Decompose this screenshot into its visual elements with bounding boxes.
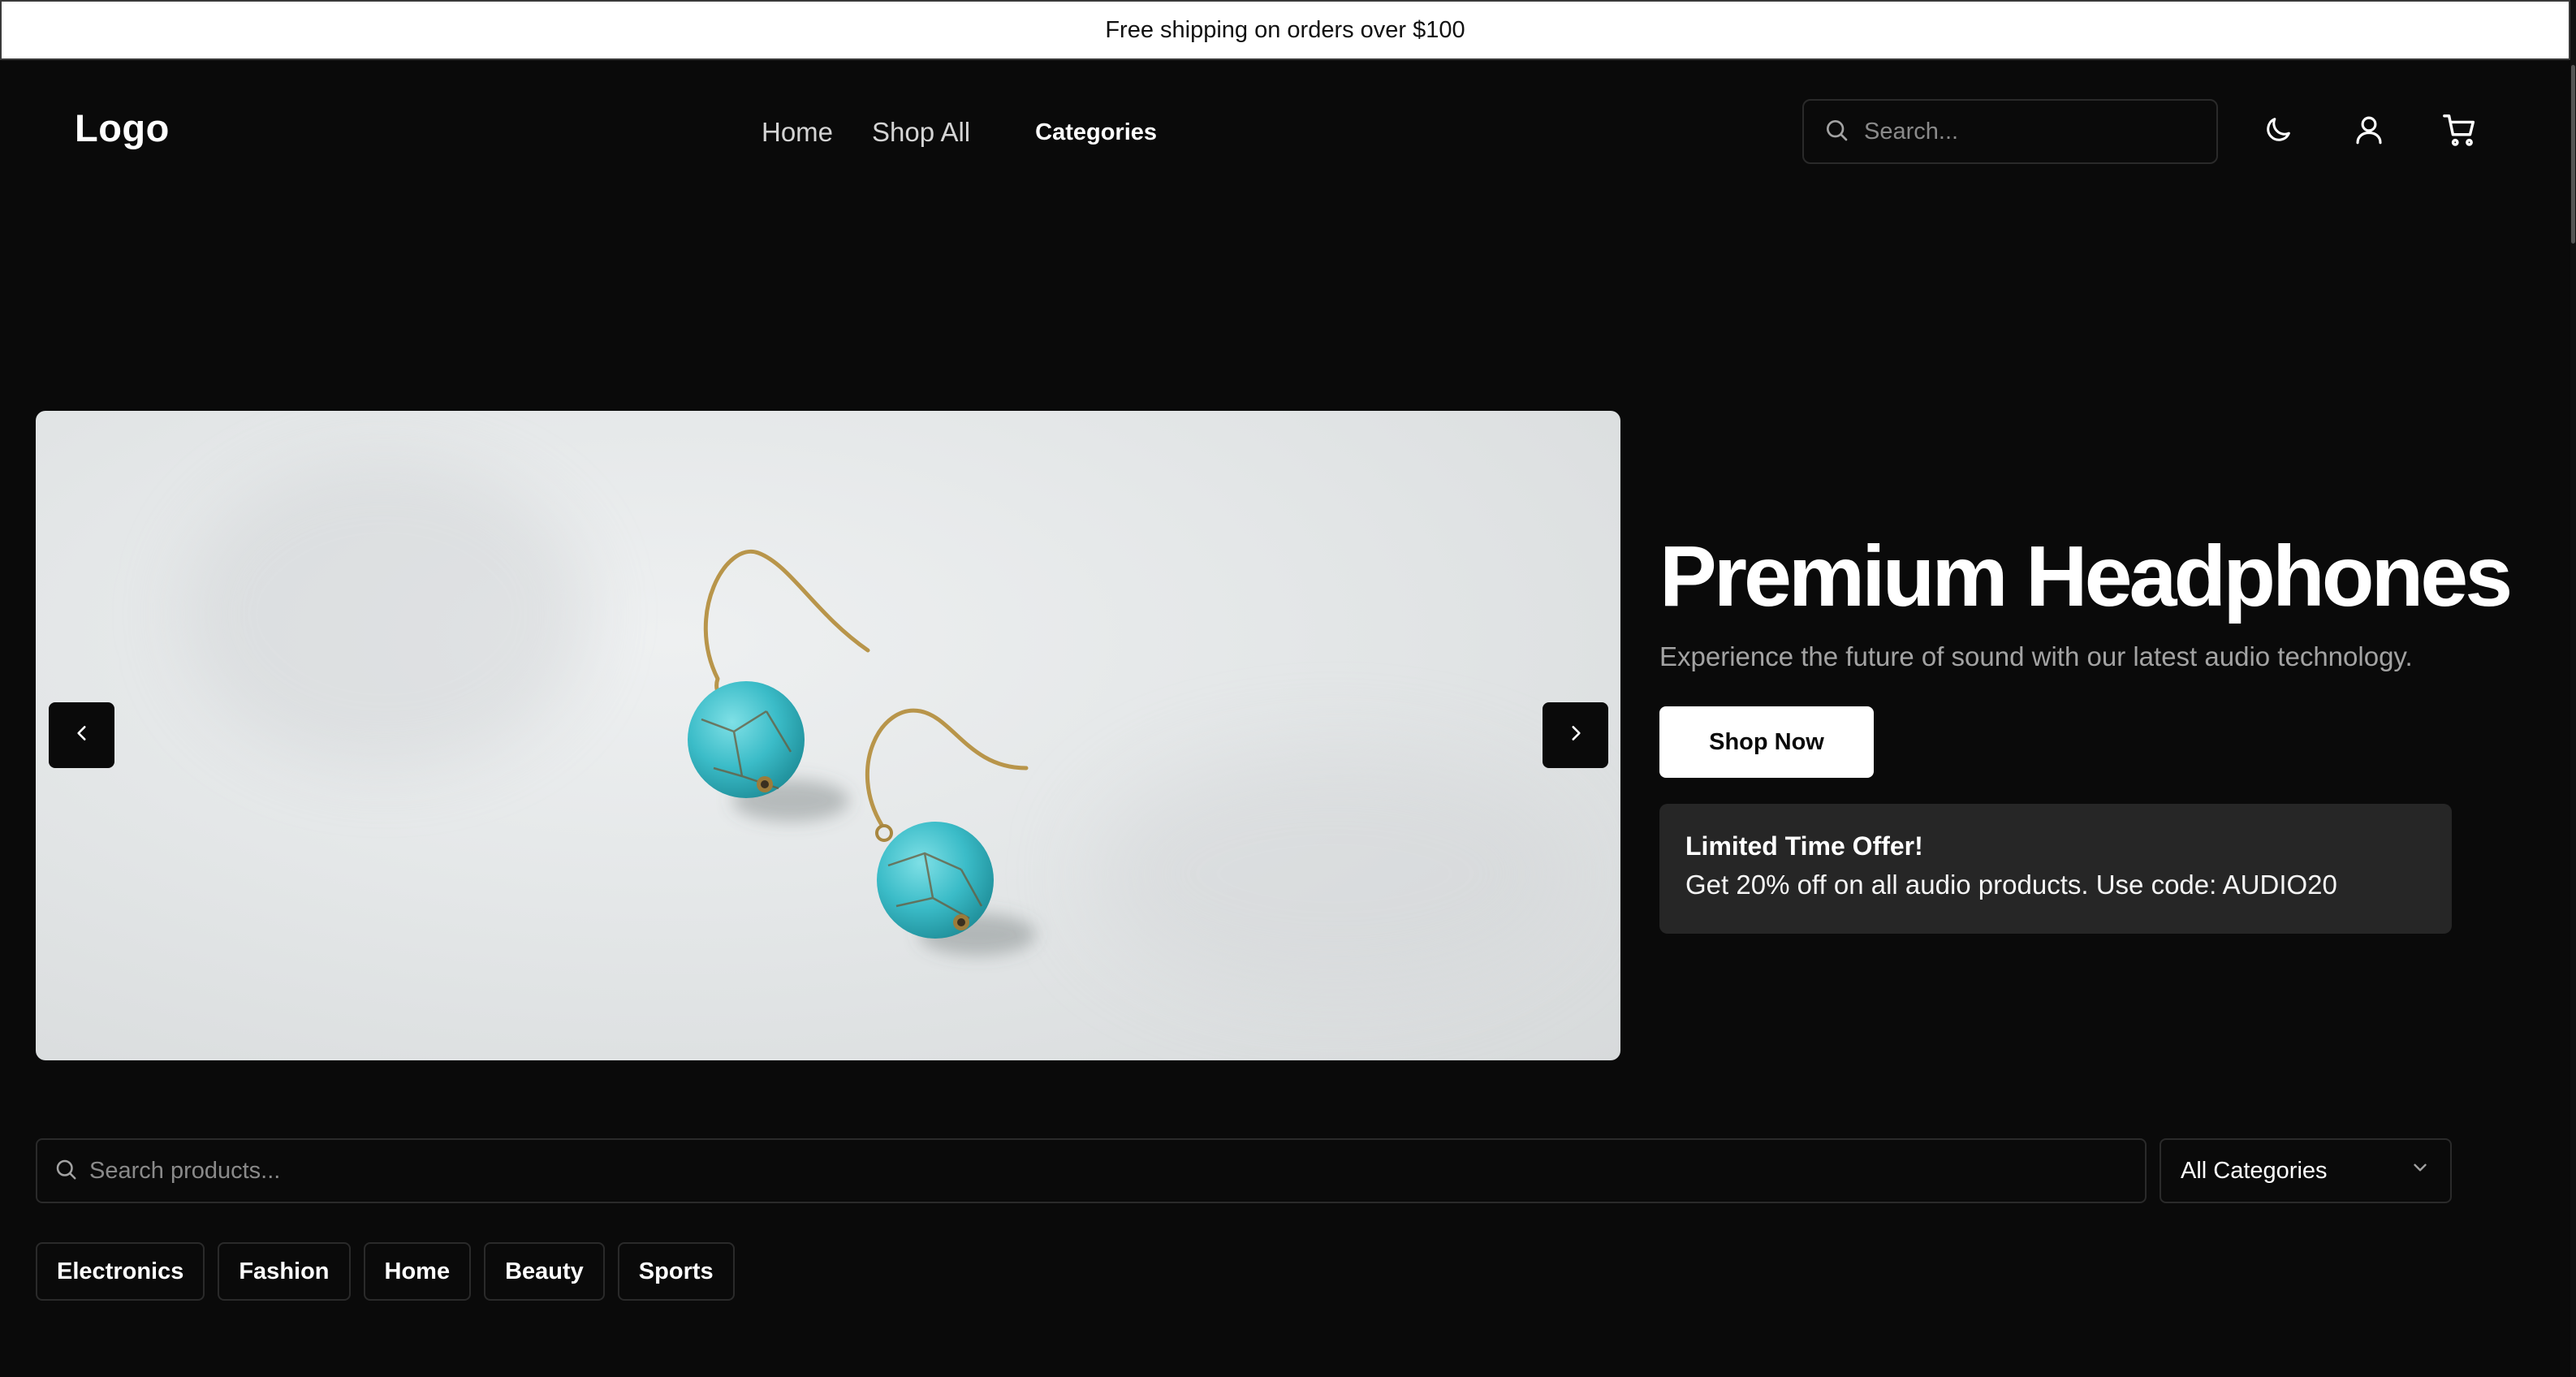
carousel-next-button[interactable]: [1543, 702, 1608, 768]
chevron-down-icon: [2410, 1157, 2431, 1185]
chevron-right-icon: [1565, 723, 1586, 748]
account-button[interactable]: [2345, 107, 2393, 156]
chevron-left-icon: [71, 723, 93, 748]
chip-beauty[interactable]: Beauty: [484, 1242, 605, 1301]
offer-banner: Limited Time Offer! Get 20% off on all a…: [1659, 804, 2452, 934]
announcement-bar: Free shipping on orders over $100: [0, 0, 2570, 60]
shop-now-button[interactable]: Shop Now: [1659, 706, 1874, 778]
site-header: Logo Home Shop All Categories: [0, 60, 2570, 203]
chip-sports[interactable]: Sports: [617, 1242, 735, 1301]
turquoise-earrings-photo: [688, 549, 1036, 956]
hero-subtitle: Experience the future of sound with our …: [1659, 641, 2413, 671]
category-select[interactable]: All Categories: [2160, 1138, 2452, 1203]
cart-icon: [2441, 111, 2479, 153]
category-select-value: All Categories: [2181, 1157, 2328, 1184]
offer-text: Get 20% off on all audio products. Use c…: [1685, 870, 2337, 900]
chip-electronics[interactable]: Electronics: [36, 1242, 205, 1301]
offer-title: Limited Time Offer!: [1685, 831, 1923, 861]
moon-icon: [2262, 114, 2294, 150]
header-search-input[interactable]: [1864, 118, 2205, 145]
hero-carousel: [36, 411, 1620, 1060]
nav-link-categories[interactable]: Categories: [1035, 119, 1157, 146]
carousel-prev-button[interactable]: [49, 702, 114, 768]
main-nav: Home Shop All Categories: [762, 117, 1157, 148]
nav-link-home[interactable]: Home: [762, 117, 833, 148]
storefront-page: Free shipping on orders over $100 Logo H…: [0, 0, 2576, 1377]
cart-button[interactable]: [2436, 107, 2484, 156]
product-search[interactable]: [36, 1138, 2147, 1203]
header-search[interactable]: [1802, 99, 2218, 164]
user-icon: [2352, 113, 2386, 151]
chip-home[interactable]: Home: [363, 1242, 472, 1301]
category-chips: Electronics Fashion Home Beauty Sports: [36, 1242, 735, 1301]
chip-fashion[interactable]: Fashion: [218, 1242, 351, 1301]
nav-link-shop-all[interactable]: Shop All: [872, 117, 970, 148]
site-logo[interactable]: Logo: [75, 106, 170, 150]
hero-title: Premium Headphones: [1659, 529, 2513, 624]
search-icon: [1823, 117, 1849, 147]
page-scrollbar-thumb[interactable]: [2571, 65, 2575, 244]
search-icon: [54, 1157, 78, 1185]
theme-toggle-button[interactable]: [2254, 107, 2302, 156]
product-search-input[interactable]: [89, 1157, 2038, 1185]
announcement-text: Free shipping on orders over $100: [1105, 16, 1465, 43]
